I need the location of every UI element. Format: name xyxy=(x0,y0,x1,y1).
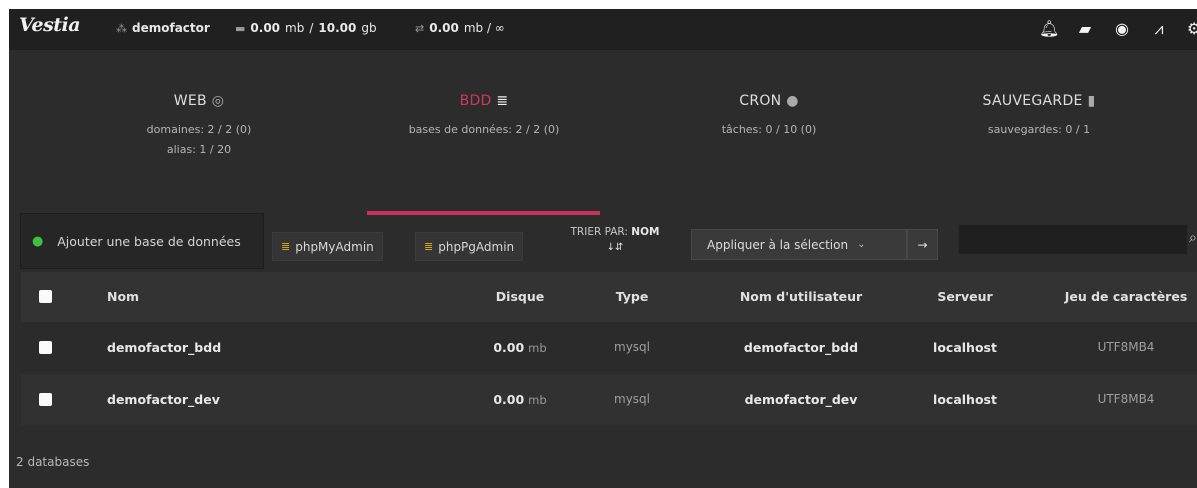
database-count: 2 databases xyxy=(16,455,90,469)
file-icon: ▮ xyxy=(1087,93,1096,109)
chart-icon[interactable]: ⩘ xyxy=(1150,19,1168,39)
user-circle-icon[interactable]: ◉ xyxy=(1113,19,1131,39)
bw-used: 0.00 xyxy=(429,21,459,35)
db-disk-unit: mb xyxy=(528,393,547,407)
add-database-label: Ajouter une base de données xyxy=(57,233,241,249)
bulk-action-label: Appliquer à la sélection xyxy=(707,237,849,252)
bulk-action-select[interactable]: Appliquer à la sélection ⌄ xyxy=(691,229,907,260)
tab-cron[interactable]: CRON ● tâches: 0 / 10 (0) xyxy=(649,93,889,140)
header-charset[interactable]: Jeu de caractères xyxy=(1051,289,1197,304)
database-icon: ≣ xyxy=(281,240,291,253)
tab-sauvegarde-title: SAUVEGARDE xyxy=(982,93,1083,109)
db-user: demofactor_bdd xyxy=(743,340,859,355)
header-name[interactable]: Nom xyxy=(107,289,139,304)
top-bar: Vestia ⁂ demofactor ▬ 0.00 mb / 10.00 gb… xyxy=(9,9,1197,50)
table-row[interactable]: demofactor_dev 0.00 mb mysql demofactor_… xyxy=(21,375,1197,425)
plus-circle-icon: ● xyxy=(32,233,44,249)
separator: / xyxy=(309,21,314,35)
folder-icon[interactable]: ▰ xyxy=(1076,19,1094,39)
db-server: localhost xyxy=(933,392,997,407)
disk-used: 0.00 xyxy=(250,21,281,35)
phppgadmin-button[interactable]: ≣ phpPgAdmin xyxy=(415,232,524,261)
header-user[interactable]: Nom d'utilisateur xyxy=(701,289,901,304)
search-icon[interactable]: ⌕ xyxy=(1189,230,1197,246)
db-charset: UTF8MB4 xyxy=(1097,392,1155,406)
tab-cron-tasks: tâches: 0 / 10 (0) xyxy=(721,123,817,136)
db-disk-unit: mb xyxy=(528,341,547,355)
users-icon: ⁂ xyxy=(116,21,127,35)
db-disk: 0.00 mb xyxy=(485,392,555,407)
bell-icon[interactable]: 🔔︎ xyxy=(1039,19,1059,39)
tab-sauvegarde[interactable]: SAUVEGARDE ▮ sauvegardes: 0 / 1 xyxy=(919,93,1159,140)
tab-bdd[interactable]: BDD ≣ bases de données: 2 / 2 (0) xyxy=(364,93,604,140)
gear-icon[interactable]: ⚙ xyxy=(1187,19,1197,39)
toolbar: ● Ajouter une base de données ≣ phpMyAdm… xyxy=(9,213,1197,271)
tab-bdd-databases: bases de données: 2 / 2 (0) xyxy=(408,123,560,136)
database-icon: ≣ xyxy=(496,93,509,109)
overview-tabs: WEB ◎ domaines: 2 / 2 (0) alias: 1 / 20 B… xyxy=(9,50,1197,218)
sort-direction-icon[interactable]: ↓⇵ xyxy=(555,240,675,255)
tab-web-alias: alias: 1 / 20 xyxy=(166,143,232,156)
transfer-icon: ⇄ xyxy=(415,21,425,35)
db-type: mysql xyxy=(614,392,650,406)
disk-total-unit: gb xyxy=(361,21,377,35)
header-server[interactable]: Serveur xyxy=(915,289,1015,304)
db-type: mysql xyxy=(614,340,650,354)
db-disk-value: 0.00 xyxy=(493,392,525,407)
user-stat: ⁂ demofactor xyxy=(116,21,210,35)
row-checkbox[interactable] xyxy=(39,393,52,406)
add-database-button[interactable]: ● Ajouter une base de données xyxy=(20,213,264,269)
tab-web-domains: domaines: 2 / 2 (0) xyxy=(146,123,252,136)
table-row[interactable]: demofactor_bdd 0.00 mb mysql demofactor_… xyxy=(21,323,1197,373)
db-name[interactable]: demofactor_dev xyxy=(107,392,220,407)
search-input[interactable] xyxy=(958,224,1188,255)
phpmyadmin-button[interactable]: ≣ phpMyAdmin xyxy=(272,232,383,261)
header-disk[interactable]: Disque xyxy=(485,289,555,304)
phpmyadmin-label: phpMyAdmin xyxy=(295,239,374,254)
db-user: demofactor_dev xyxy=(744,392,858,407)
tab-cron-title: CRON xyxy=(739,93,782,109)
disk-stat: ▬ 0.00 mb / 10.00 gb xyxy=(235,21,377,35)
arrow-right-icon: → xyxy=(917,237,928,252)
header-type[interactable]: Type xyxy=(597,289,667,304)
db-charset: UTF8MB4 xyxy=(1097,340,1155,354)
tab-bdd-title: BDD xyxy=(459,93,492,109)
tab-web-title: WEB xyxy=(173,93,207,109)
logo[interactable]: Vestia xyxy=(19,14,81,36)
disk-total: 10.00 xyxy=(318,21,357,35)
sort-control[interactable]: TRIER PAR: NOM ↓⇵ xyxy=(555,225,675,255)
row-checkbox[interactable] xyxy=(39,341,52,354)
clock-icon: ● xyxy=(786,93,799,109)
db-server: localhost xyxy=(933,340,997,355)
db-name[interactable]: demofactor_bdd xyxy=(107,340,221,355)
select-all-checkbox[interactable] xyxy=(39,290,52,303)
phppgadmin-label: phpPgAdmin xyxy=(438,239,515,254)
globe-icon: ◎ xyxy=(211,93,225,109)
apply-arrow-button[interactable]: → xyxy=(907,229,938,260)
hdd-icon: ▬ xyxy=(235,21,246,35)
app-frame: Vestia ⁂ demofactor ▬ 0.00 mb / 10.00 gb… xyxy=(9,9,1197,488)
tab-sauvegarde-backups: sauvegardes: 0 / 1 xyxy=(987,123,1091,136)
top-icons: 🔔︎ ▰ ◉ ⩘ ⚙ xyxy=(1039,19,1197,39)
chevron-down-icon: ⌄ xyxy=(857,239,866,250)
table-header: Nom Disque Type Nom d'utilisateur Serveu… xyxy=(21,272,1197,322)
db-disk: 0.00 mb xyxy=(485,340,555,355)
bandwidth-stat: ⇄ 0.00 mb / ∞ xyxy=(415,21,505,35)
bw-rest: mb / ∞ xyxy=(463,21,505,35)
tab-web[interactable]: WEB ◎ domaines: 2 / 2 (0) alias: 1 / 20 xyxy=(79,93,319,160)
database-icon: ≣ xyxy=(424,240,434,253)
username: demofactor xyxy=(132,21,210,35)
disk-used-unit: mb xyxy=(285,21,305,35)
sort-label: TRIER PAR: xyxy=(570,226,628,238)
db-disk-value: 0.00 xyxy=(493,340,525,355)
sort-value: NOM xyxy=(631,226,660,238)
